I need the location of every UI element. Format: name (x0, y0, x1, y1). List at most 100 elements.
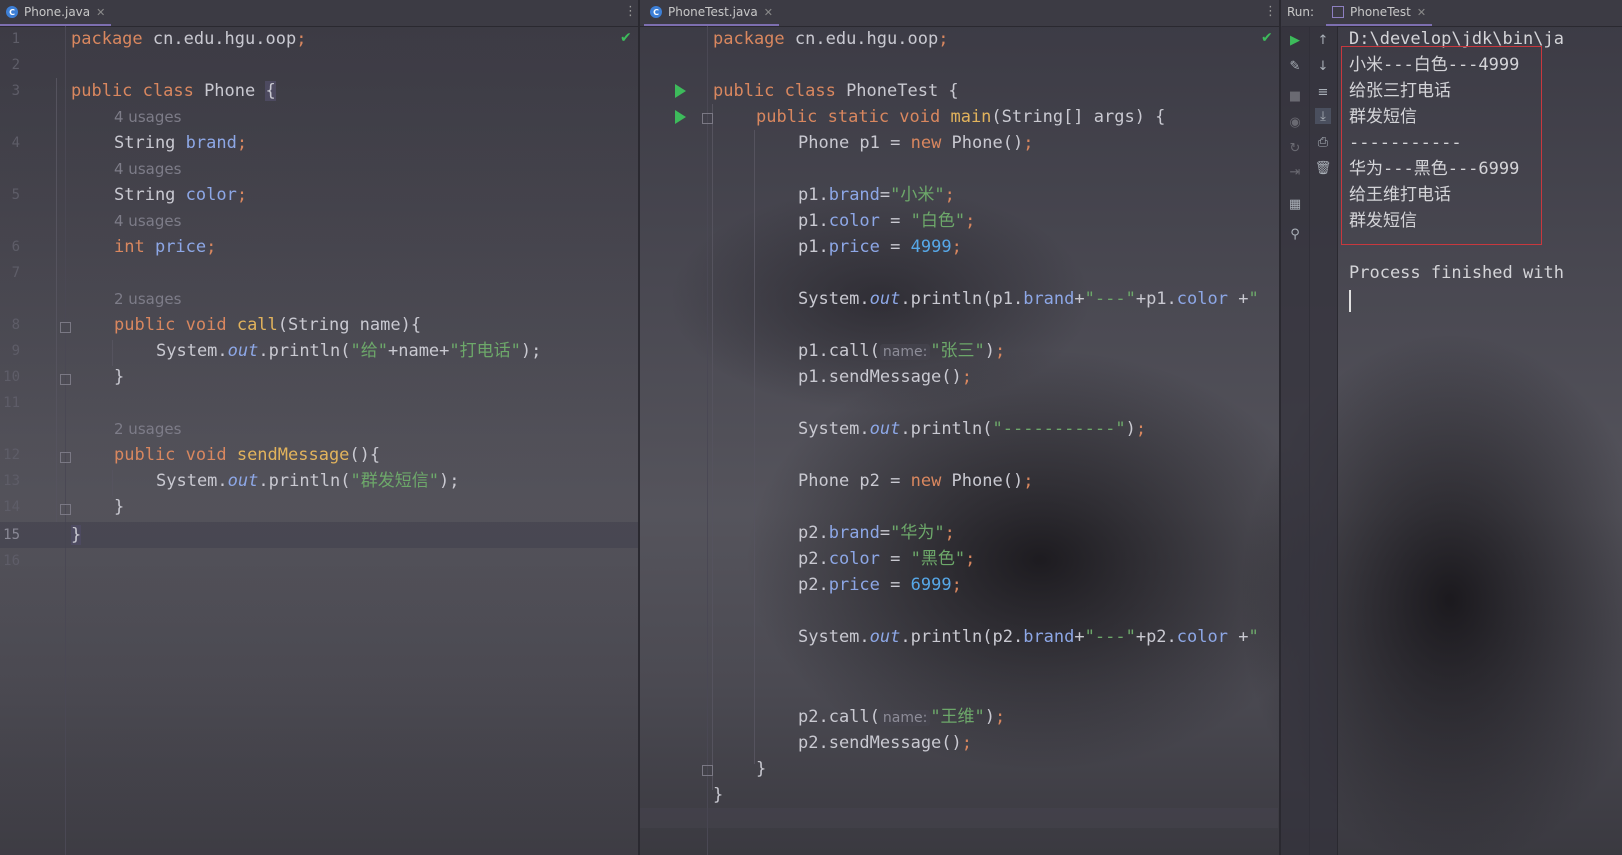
line-number: 1 (11, 31, 20, 47)
indent-guide (56, 78, 57, 522)
trash-icon[interactable]: 🗑 (1315, 160, 1332, 176)
line-number: 5 (11, 187, 20, 203)
check-icon: ✔ (620, 30, 632, 46)
usages-hint[interactable]: 2 usages (114, 416, 181, 442)
code-line[interactable]: package cn.edu.hgu.oop; (71, 26, 306, 52)
line-number: 2 (11, 57, 20, 73)
code-line[interactable]: System.out.println("给"+name+"打电话"); (156, 338, 541, 364)
run-toolbar-right: ↑ ↓ ≡ ⤓ ⎙ 🗑 (1309, 26, 1338, 855)
run-toolbar-left: ▶ ✎ ■ ◉ ↻ ⇥ ▦ ⚲ (1281, 26, 1310, 855)
line-number: 7 (11, 265, 20, 281)
code-line[interactable]: } (114, 494, 124, 520)
parameter-hint: name: (879, 710, 931, 726)
close-icon[interactable]: ✕ (1417, 6, 1426, 19)
code-line[interactable]: p1.sendMessage(); (798, 364, 972, 390)
code-line[interactable]: } (713, 782, 723, 808)
pane-divider[interactable] (638, 0, 640, 855)
usages-hint[interactable]: 2 usages (114, 286, 181, 312)
soft-wrap-icon[interactable]: ≡ (1315, 84, 1331, 100)
line-number: 3 (11, 83, 20, 99)
code-line[interactable]: p1.call(name: "张三"); (798, 338, 1005, 364)
line-number: 4 (11, 135, 20, 151)
close-icon[interactable]: ✕ (764, 6, 773, 19)
exit-icon[interactable]: ⇥ (1287, 164, 1303, 180)
code-line[interactable]: p1.price = 4999; (798, 234, 962, 260)
tab-phone-java[interactable]: C Phone.java ✕ (0, 0, 112, 26)
tab-run-phonetest[interactable]: PhoneTest ✕ (1326, 0, 1433, 26)
fold-icon[interactable] (702, 113, 713, 124)
code-line[interactable]: String color; (114, 182, 247, 208)
code-line[interactable]: System.out.println("-----------"); (798, 416, 1146, 442)
code-line[interactable]: p2.price = 6999; (798, 572, 962, 598)
usages-hint[interactable]: 4 usages (114, 104, 181, 130)
code-line[interactable]: p2.call(name: "王维"); (798, 704, 1005, 730)
line-number: 8 (11, 317, 20, 333)
arrow-up-icon[interactable]: ↑ (1315, 32, 1331, 48)
fold-icon[interactable] (60, 374, 71, 385)
tab-label: PhoneTest (1350, 5, 1411, 19)
code-line[interactable]: } (114, 364, 124, 390)
fold-icon[interactable] (60, 322, 71, 333)
indent-guide (712, 104, 713, 790)
run-label: Run: (1287, 5, 1315, 19)
usages-hint[interactable]: 4 usages (114, 156, 181, 182)
print-icon[interactable]: ⎙ (1315, 134, 1331, 150)
arrow-down-icon[interactable]: ↓ (1315, 58, 1331, 74)
left-tab-bar: C Phone.java ✕ ⋮ (0, 0, 638, 27)
pin-icon[interactable]: ⚲ (1287, 226, 1303, 242)
code-line[interactable]: System.out.println(p2.brand+"---"+p2.col… (798, 624, 1259, 650)
line-number: 6 (11, 239, 20, 255)
console-line: Process finished with (1349, 263, 1564, 283)
code-line[interactable]: Phone p1 = new Phone(); (798, 130, 1033, 156)
run-tab-bar: Run: PhoneTest ✕ (1282, 0, 1622, 27)
indent-guide (754, 130, 755, 764)
indent-guide (112, 470, 113, 496)
code-line[interactable]: int price; (114, 234, 216, 260)
rerun-icon[interactable]: ▶ (1287, 32, 1303, 48)
fold-icon[interactable] (60, 452, 71, 463)
close-icon[interactable]: ✕ (96, 6, 105, 19)
code-line[interactable]: } (756, 756, 766, 782)
current-line-highlight (0, 522, 638, 548)
code-line[interactable]: p2.brand="华为"; (798, 520, 955, 546)
more-options-icon[interactable]: ⋮ (624, 5, 637, 19)
run-config-icon (1332, 6, 1344, 18)
code-line[interactable]: } (71, 522, 82, 548)
tab-label: PhoneTest.java (668, 5, 758, 19)
left-pane-overlay (0, 26, 638, 855)
usages-hint[interactable]: 4 usages (114, 208, 181, 234)
run-icon[interactable] (675, 84, 686, 98)
java-class-icon: C (650, 6, 662, 18)
code-line[interactable]: p2.sendMessage(); (798, 730, 972, 756)
run-icon[interactable] (675, 110, 686, 124)
scroll-to-end-icon[interactable]: ⤓ (1315, 108, 1331, 124)
camera-icon[interactable]: ◉ (1287, 114, 1303, 130)
tab-phonetest-java[interactable]: C PhoneTest.java ✕ (644, 0, 779, 26)
more-options-icon[interactable]: ⋮ (1264, 5, 1277, 19)
code-line[interactable]: System.out.println("群发短信"); (156, 468, 459, 494)
wrench-icon[interactable]: ✎ (1287, 58, 1303, 74)
code-line[interactable]: p1.brand="小米"; (798, 182, 955, 208)
code-line[interactable]: public void call(String name){ (114, 312, 421, 338)
line-number: 9 (11, 343, 20, 359)
code-line[interactable]: p2.color = "黑色"; (798, 546, 975, 572)
code-line[interactable]: package cn.edu.hgu.oop; (713, 26, 948, 52)
code-line[interactable]: System.out.println(p1.brand+"---"+p1.col… (798, 286, 1259, 312)
code-line[interactable]: Phone p2 = new Phone(); (798, 468, 1033, 494)
stop-icon[interactable]: ■ (1287, 88, 1303, 104)
output-highlight-box (1341, 46, 1542, 245)
code-line[interactable]: public class Phone { (71, 78, 276, 104)
code-line[interactable]: String brand; (114, 130, 247, 156)
fold-icon[interactable] (60, 504, 71, 515)
line-number: 16 (3, 553, 20, 569)
layout-icon[interactable]: ▦ (1287, 196, 1303, 212)
code-line[interactable]: p1.color = "白色"; (798, 208, 975, 234)
restore-icon[interactable]: ↻ (1287, 140, 1303, 156)
code-line[interactable]: public static void main(String[] args) { (756, 104, 1165, 130)
line-number: 10 (3, 369, 20, 385)
code-line[interactable]: public class PhoneTest { (713, 78, 959, 104)
code-line[interactable]: public void sendMessage(){ (114, 442, 380, 468)
check-icon: ✔ (1261, 30, 1273, 46)
fold-icon[interactable] (702, 765, 713, 776)
line-number: 14 (3, 499, 20, 515)
